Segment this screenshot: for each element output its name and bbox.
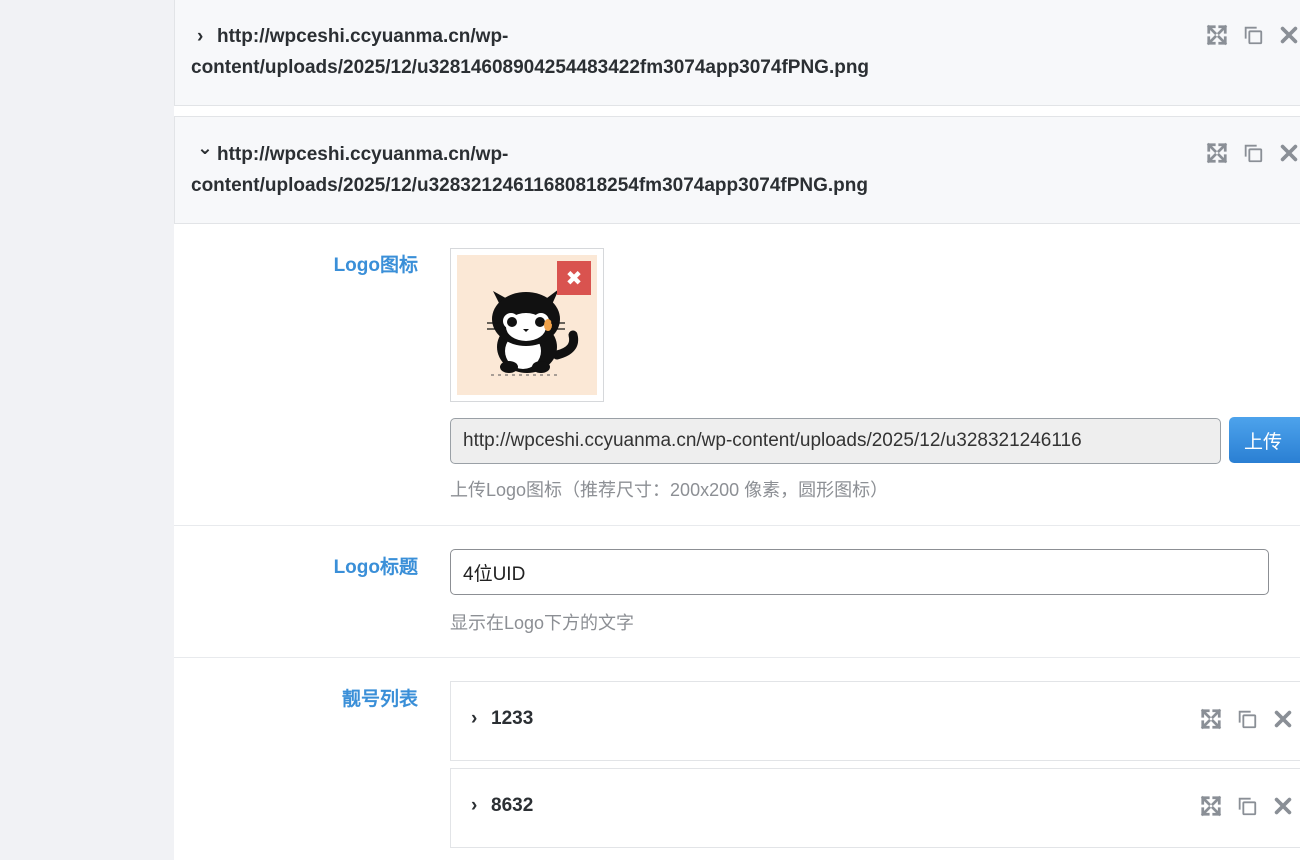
expand-icon[interactable]	[1199, 794, 1223, 818]
chevron-down-icon: ⌄	[197, 138, 213, 159]
duplicate-icon[interactable]	[1235, 707, 1259, 731]
close-icon[interactable]	[1277, 141, 1300, 165]
accordion-title-2[interactable]: ⌄ http://wpceshi.ccyuanma.cn/wp- content/…	[191, 138, 1091, 201]
field-row-logo-icon: Logo图标 ✖ http://wpceshi.ccyuanma.cn/wp-c…	[174, 224, 1300, 526]
duplicate-icon[interactable]	[1241, 23, 1265, 47]
accordion-title-line1: http://wpceshi.ccyuanma.cn/wp-	[217, 144, 509, 165]
accordion-item-1[interactable]: › http://wpceshi.ccyuanma.cn/wp- content/…	[174, 0, 1300, 106]
duplicate-icon[interactable]	[1241, 141, 1265, 165]
accordion-tools-1	[1205, 23, 1300, 47]
expand-icon[interactable]	[1205, 141, 1229, 165]
list-item-title[interactable]: › 1233	[469, 708, 533, 730]
list-item[interactable]: › 8632	[450, 768, 1300, 848]
remove-image-button[interactable]: ✖	[557, 261, 591, 295]
field-label-number-list: 靓号列表	[341, 689, 418, 710]
close-icon[interactable]	[1277, 23, 1300, 47]
logo-icon-help: 上传Logo图标（推荐尺寸：200x200 像素，圆形图标）	[450, 480, 889, 500]
accordion-title-line2: content/uploads/2025/12/u328321246116808…	[191, 175, 868, 196]
logo-title-input[interactable]	[450, 549, 1269, 595]
upload-button[interactable]: 上传	[1229, 417, 1300, 463]
expand-icon[interactable]	[1199, 707, 1223, 731]
logo-title-help: 显示在Logo下方的文字	[450, 613, 635, 633]
accordion-title-1[interactable]: › http://wpceshi.ccyuanma.cn/wp- content/…	[191, 21, 1091, 83]
accordion-item-2[interactable]: ⌄ http://wpceshi.ccyuanma.cn/wp- content/…	[174, 116, 1300, 224]
list-item-tools	[1199, 707, 1295, 731]
cat-logo-image: ✖	[457, 255, 597, 395]
list-item-title[interactable]: › 8632	[469, 795, 533, 817]
field-label-logo-icon: Logo图标	[333, 255, 418, 276]
list-item[interactable]: › 1233	[450, 681, 1300, 761]
field-row-logo-title: Logo标题 显示在Logo下方的文字	[174, 526, 1300, 658]
accordion-title-line2: content/uploads/2025/12/u328146089042544…	[191, 57, 870, 78]
list-item-tools	[1199, 794, 1295, 818]
chevron-right-icon: ›	[471, 795, 478, 816]
duplicate-icon[interactable]	[1235, 794, 1259, 818]
left-gutter	[0, 0, 174, 840]
close-icon[interactable]	[1271, 794, 1295, 818]
accordion-tools-2	[1205, 141, 1300, 165]
field-row-number-list: 靓号列表 › 1233 › 8632	[174, 658, 1300, 858]
chevron-right-icon: ›	[197, 26, 204, 47]
logo-url-input[interactable]	[450, 418, 1221, 464]
logo-image-preview: ✖	[450, 248, 604, 402]
expand-icon[interactable]	[1205, 23, 1229, 47]
chevron-right-icon: ›	[471, 708, 478, 729]
field-label-logo-title: Logo标题	[333, 557, 418, 578]
close-icon[interactable]	[1271, 707, 1295, 731]
accordion-title-line1: http://wpceshi.ccyuanma.cn/wp-	[217, 26, 509, 47]
